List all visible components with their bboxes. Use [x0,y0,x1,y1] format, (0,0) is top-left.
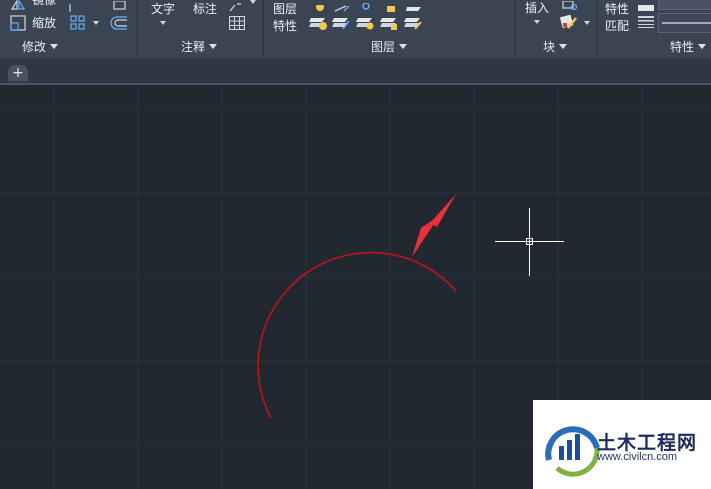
table-icon[interactable] [228,15,246,31]
block-panel-caret-icon [559,44,568,49]
properties-panel-caret-icon [698,44,707,49]
site-logo-icon [545,426,600,477]
create-block-icon[interactable] [561,0,579,11]
dimension-button[interactable]: 标注 [193,2,217,17]
modify-panel-text: 修改 [22,40,47,54]
leader-icon[interactable] [228,0,242,12]
layer-properties-line2[interactable]: 特性 [273,19,297,34]
panel-separator [137,0,138,58]
text-dropdown-icon[interactable] [160,21,166,25]
layer-sun-icon[interactable] [360,0,372,10]
layer-stack-icon[interactable] [405,0,423,11]
layer-edit-icon[interactable] [334,0,350,12]
annotation-panel-caret-icon [209,44,218,49]
edit-block-icon[interactable] [559,13,578,31]
file-tab-bar: + [0,58,711,85]
watermark-url: www.civilcn.com [597,451,678,463]
layer-freeze-icon[interactable] [355,13,375,31]
crosshair-cursor [495,208,564,276]
block-panel-label[interactable]: 块 [543,39,568,56]
block-panel-text: 块 [543,40,556,54]
color-swatch-icon[interactable] [637,0,655,11]
annotation-panel-label[interactable]: 注释 [181,39,218,56]
mirror-button[interactable]: 镜像 [32,0,56,8]
insert-button[interactable]: 插入 [525,1,549,16]
text-button[interactable]: 文字 [151,2,175,17]
layer-bulb-icon[interactable] [314,0,326,11]
layers-panel-label[interactable]: 图层 [371,39,408,56]
layers-panel-text: 图层 [371,40,396,54]
scale-button[interactable]: 缩放 [32,16,56,31]
array-icon[interactable] [70,15,86,31]
annotation-arrow [412,194,456,257]
leader-dropdown-icon[interactable] [250,0,256,4]
ribbon: 镜像 缩放 修改 文字 标注 注释 图层 特性 图层 插入 块 特性 匹配 特性 [0,0,711,58]
new-tab-button[interactable]: + [8,65,28,81]
offset-icon[interactable] [110,15,128,31]
layer-lock-icon[interactable] [386,0,396,12]
properties-button[interactable]: 特性 [605,2,629,17]
mirror-icon[interactable] [10,0,26,10]
edit-block-dropdown-icon[interactable] [584,21,590,25]
watermark: 土木工程网 www.civilcn.com [533,400,711,489]
annotation-panel-text: 注释 [181,40,206,54]
layer-match-icon[interactable] [403,13,423,31]
offset-top-icon[interactable] [111,0,127,10]
modify-panel-label[interactable]: 修改 [22,39,59,56]
lineweight-icon[interactable] [637,14,655,28]
color-dropdown[interactable] [658,0,711,10]
panel-separator [597,0,598,58]
properties-panel-text: 特性 [670,40,695,54]
layers-panel-caret-icon [399,44,408,49]
panel-separator [263,0,264,58]
lineweight-dropdown[interactable] [658,13,711,33]
layer-lock-small-icon[interactable] [379,13,399,31]
layer-properties-line1[interactable]: 图层 [273,2,297,17]
modify-panel-caret-icon [50,44,59,49]
scale-icon[interactable] [10,15,26,31]
layer-isolate-icon[interactable] [331,13,351,31]
insert-dropdown-icon[interactable] [534,20,540,24]
properties-panel-label[interactable]: 特性 [670,39,707,56]
array-dropdown-icon[interactable] [93,21,99,25]
panel-separator [515,0,516,58]
layer-off-icon[interactable] [308,13,328,31]
array-top-icon[interactable] [68,0,72,12]
match-properties-button[interactable]: 匹配 [605,19,629,34]
